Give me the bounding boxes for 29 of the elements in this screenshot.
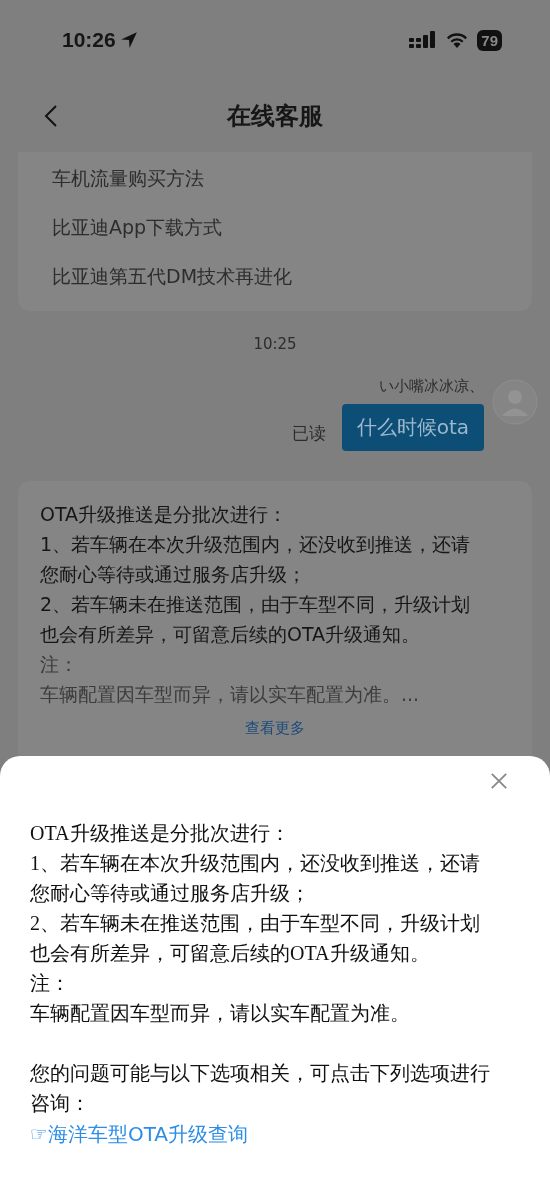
answer-text: 注： bbox=[40, 652, 79, 677]
read-receipt: 已读 bbox=[291, 422, 326, 445]
answer-text: 车辆配置因车型而异，请以实车配置为准。... bbox=[40, 682, 421, 707]
close-button[interactable] bbox=[488, 770, 510, 792]
message-timestamp: 10:25 bbox=[252, 335, 298, 353]
sender-name: い小嘴冰冰凉、 bbox=[379, 377, 484, 396]
message-bubble: 什么时候ota bbox=[341, 404, 484, 451]
page-title: 在线客服 bbox=[225, 101, 324, 132]
option-link[interactable]: ☞海洋车型OTA升级查询 bbox=[30, 1118, 249, 1150]
wifi-icon bbox=[445, 31, 470, 49]
suggestion-link[interactable]: 比亚迪App下载方式 bbox=[52, 203, 498, 252]
prompt-text: 您的问题可能与以下选项相关，可点击下列选项进行咨询： bbox=[30, 1060, 491, 1117]
back-chevron-icon bbox=[44, 104, 58, 128]
answer-text: 注： bbox=[30, 971, 71, 996]
answer-text: 1、若车辆在本次升级范围内，还没收到推送，还请您耐心等待或通过服务店升级； bbox=[40, 532, 472, 587]
close-icon bbox=[490, 772, 508, 790]
answer-text: 2、若车辆未在推送范围，由于车型不同，升级计划也会有所差异，可留意后续的OTA升级通知。 bbox=[40, 592, 472, 647]
answer-text: OTA升级推送是分批次进行： bbox=[30, 821, 291, 846]
view-more-link[interactable]: 查看更多 bbox=[245, 719, 305, 738]
signal-icon bbox=[409, 31, 438, 49]
location-arrow-icon bbox=[119, 31, 138, 49]
answer-text: 1、若车辆在本次升级范围内，还没收到推送，还请您耐心等待或通过服务店升级； bbox=[30, 851, 481, 906]
suggestion-link[interactable]: 车机流量购买方法 bbox=[52, 154, 498, 203]
answer-text: 2、若车辆未在推送范围，由于车型不同，升级计划也会有所差异，可留意后续的OTA升级通知。 bbox=[30, 911, 481, 966]
battery-level: 79 bbox=[481, 31, 498, 49]
answer-text: 车辆配置因车型而异，请以实车配置为准。 bbox=[30, 1001, 411, 1026]
status-time: 10:26 bbox=[62, 28, 116, 52]
answer-text: OTA升级推送是分批次进行： bbox=[40, 502, 289, 527]
suggestion-link[interactable]: 比亚迪第五代DM技术再进化 bbox=[52, 252, 498, 301]
